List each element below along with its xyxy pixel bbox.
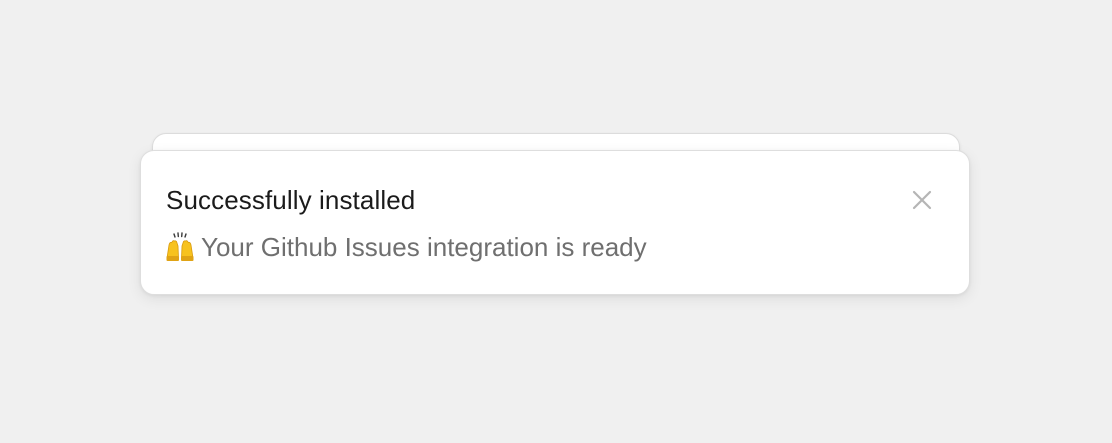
success-toast: Successfully installed Your Github Issue… bbox=[140, 150, 970, 295]
close-icon bbox=[912, 190, 932, 210]
raising-hands-icon bbox=[164, 231, 196, 263]
notification-stage: Successfully installed Your Github Issue… bbox=[0, 0, 1112, 443]
close-button[interactable] bbox=[909, 187, 935, 213]
toast-message-row: Your Github Issues integration is ready bbox=[164, 231, 647, 263]
toast-message: Your Github Issues integration is ready bbox=[201, 232, 647, 262]
toast-title: Successfully installed bbox=[166, 185, 416, 215]
